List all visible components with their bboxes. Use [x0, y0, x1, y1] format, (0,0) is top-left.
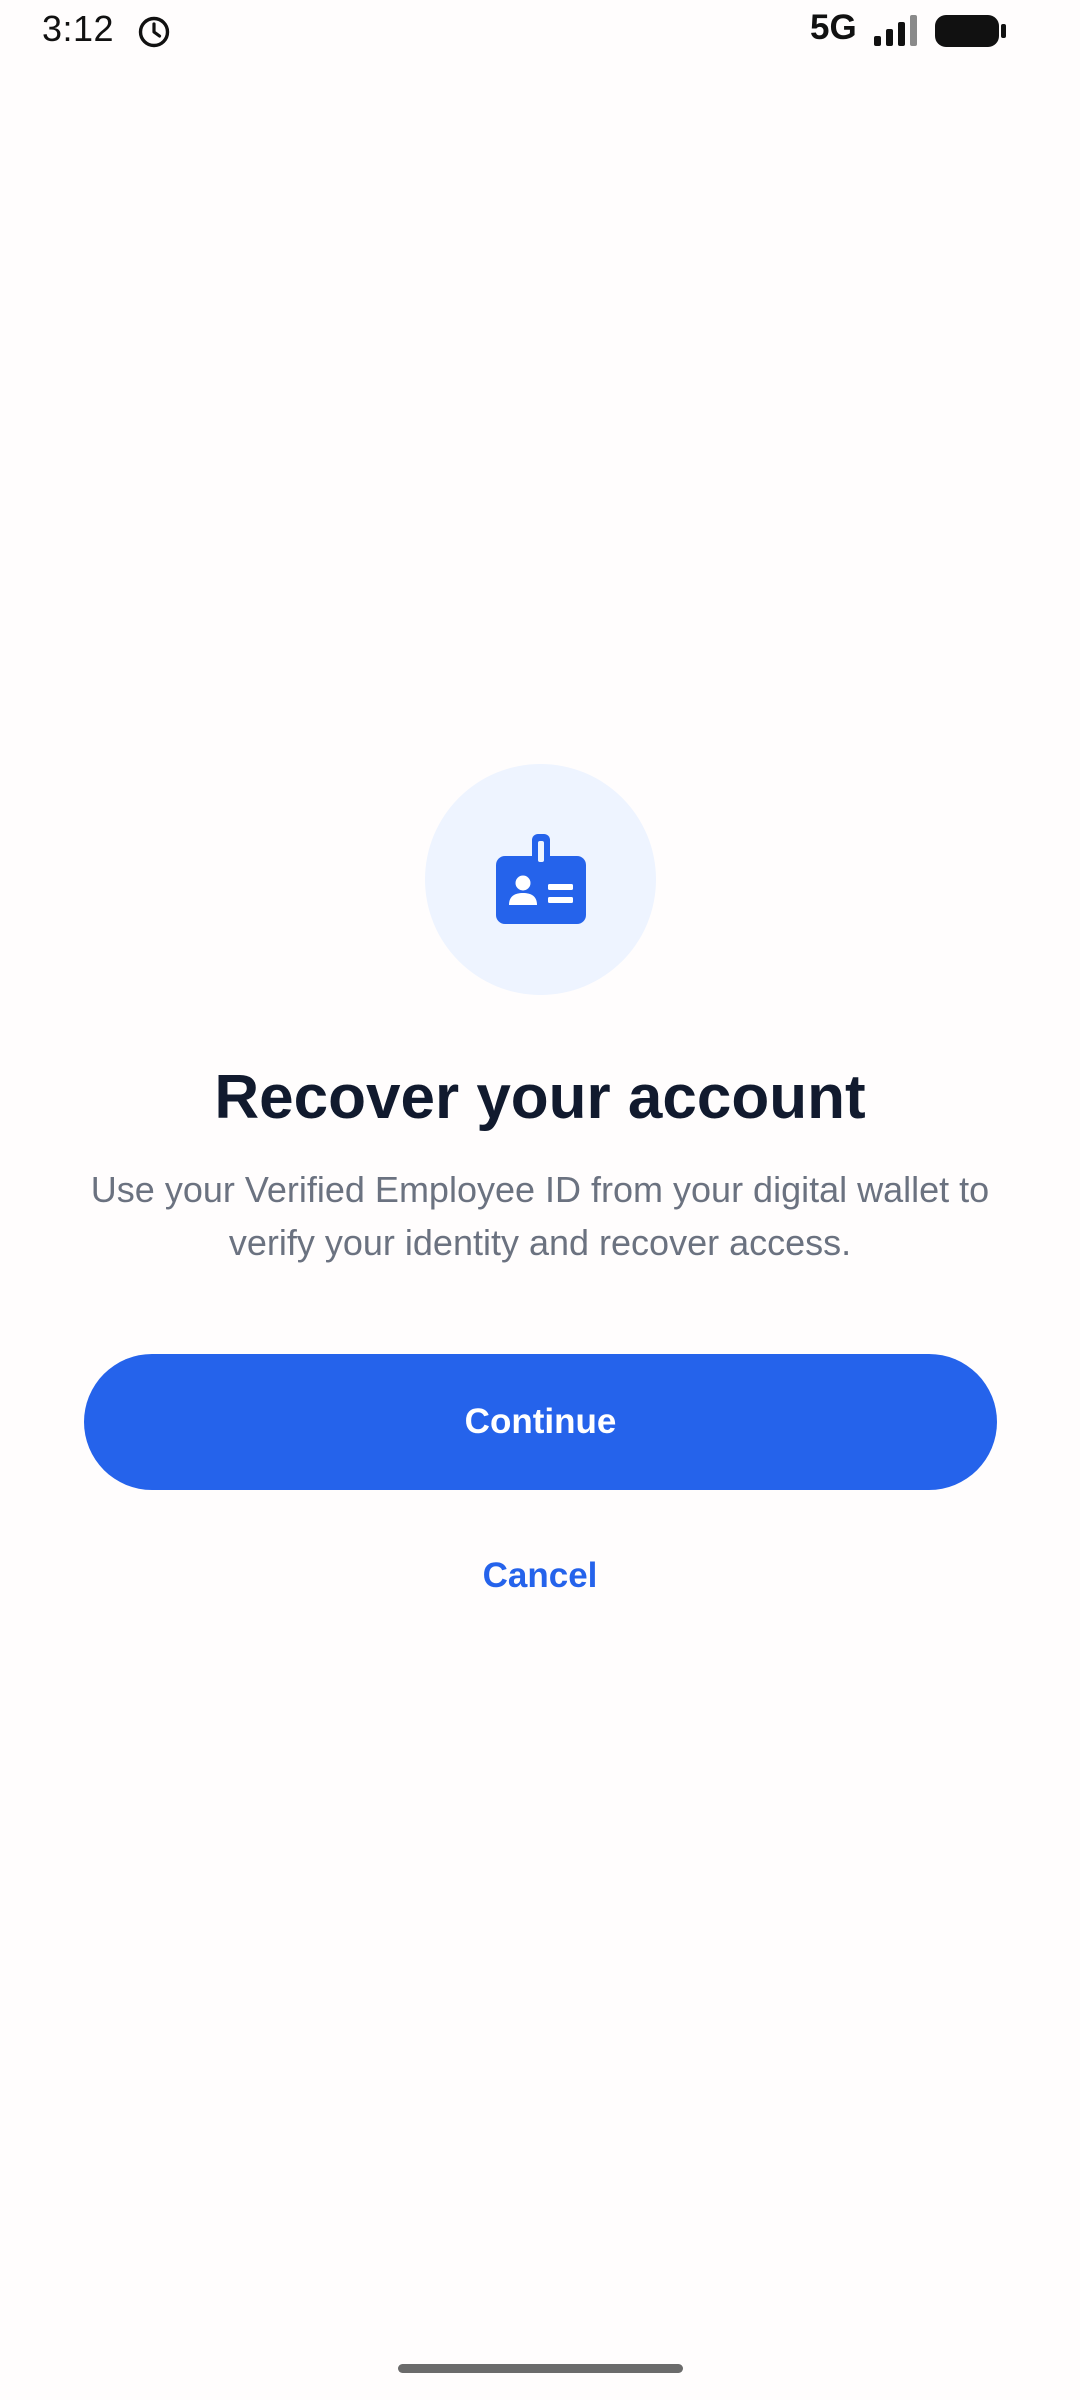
home-indicator[interactable] — [398, 2364, 683, 2373]
battery-icon — [935, 15, 1006, 47]
alarm-clock-icon — [138, 16, 170, 48]
network-type-label: 5G — [810, 8, 857, 47]
status-time: 3:12 — [42, 8, 115, 49]
id-badge-icon — [496, 834, 586, 924]
continue-button[interactable]: Continue — [84, 1354, 997, 1490]
cancel-button[interactable]: Cancel — [390, 1540, 690, 1612]
page-title: Recover your account — [214, 1063, 866, 1132]
id-badge-icon-container — [425, 764, 656, 995]
status-bar: 3:12 5G — [0, 0, 1080, 62]
page-description: Use your Verified Employee ID from your … — [90, 1169, 990, 1263]
signal-bars-icon — [874, 15, 917, 46]
